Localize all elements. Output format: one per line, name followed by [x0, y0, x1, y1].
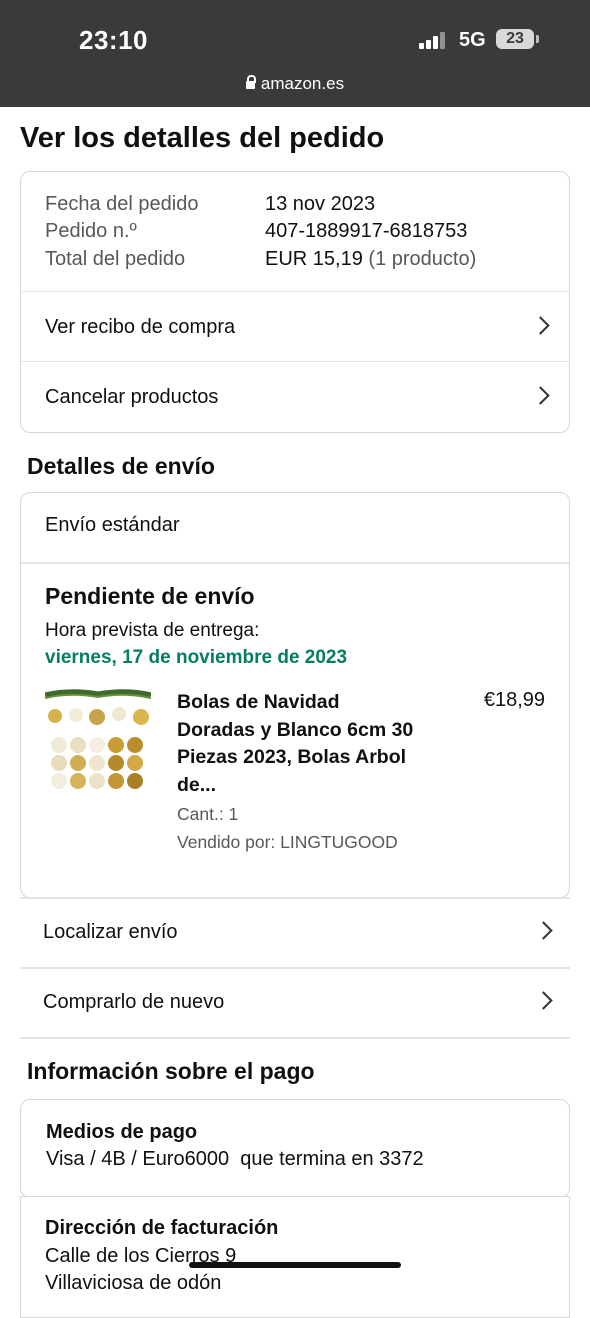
product-price: €18,99 — [483, 689, 545, 711]
eta-date: viernes, 17 de noviembre de 2023 — [45, 647, 348, 668]
payment-methods-label: Medios de pago — [46, 1121, 198, 1143]
track-shipment-row[interactable]: Localizar envío — [20, 897, 570, 967]
lock-icon — [245, 75, 256, 89]
order-total-value: EUR 15,19 — [265, 248, 363, 270]
shipping-status: Pendiente de envío — [45, 583, 255, 609]
chevron-right-icon — [534, 921, 553, 940]
product-seller: Vendido por: LINGTUGOOD — [177, 832, 398, 852]
view-receipt-label: Ver recibo de compra — [45, 316, 236, 338]
billing-address-card: Dirección de facturación Calle de los Ci… — [20, 1196, 570, 1318]
chevron-right-icon — [531, 386, 550, 405]
payment-heading: Información sobre el pago — [27, 1058, 315, 1084]
order-total-row: Total del pedido EUR 15,19 (1 producto) — [45, 248, 476, 271]
product-title-link[interactable]: Bolas de Navidad Doradas y Blanco 6cm 30… — [177, 689, 417, 799]
order-number-row: Pedido n.º 407-1889917-6818753 — [45, 220, 467, 243]
status-bar: 23:10 5G 23 amazon.es — [0, 0, 590, 107]
order-item-count: (1 producto) — [368, 248, 477, 270]
url-bar[interactable]: amazon.es — [0, 74, 590, 94]
chevron-right-icon — [534, 991, 553, 1010]
cancel-products-label: Cancelar productos — [45, 386, 219, 408]
track-shipment-label: Localizar envío — [43, 921, 178, 943]
clock: 23:10 — [79, 25, 148, 55]
eta-label: Hora prevista de entrega: — [45, 620, 260, 641]
order-date-label: Fecha del pedido — [45, 193, 199, 215]
battery-icon: 23 — [496, 29, 534, 49]
buy-again-row[interactable]: Comprarlo de nuevo — [20, 967, 570, 1037]
billing-address-line2: Villaviciosa de odón — [45, 1272, 222, 1294]
page-title: Ver los detalles del pedido — [20, 122, 385, 154]
payment-methods-value: Visa / 4B / Euro6000 que termina en 3372 — [46, 1148, 424, 1170]
order-number-value: 407-1889917-6818753 — [265, 220, 468, 242]
order-date-value: 13 nov 2023 — [265, 193, 376, 215]
home-indicator[interactable] — [189, 1262, 401, 1268]
cancel-products-row[interactable]: Cancelar productos — [21, 361, 569, 432]
product-image[interactable] — [45, 689, 151, 793]
divider — [21, 562, 569, 564]
billing-address-label: Dirección de facturación — [45, 1217, 279, 1239]
payment-methods-card: Medios de pago Visa / 4B / Euro6000 que … — [20, 1099, 570, 1198]
order-date-row: Fecha del pedido 13 nov 2023 — [45, 193, 375, 216]
url-text: amazon.es — [260, 74, 345, 93]
order-summary-card: Fecha del pedido 13 nov 2023 Pedido n.º 40… — [20, 171, 570, 433]
divider — [20, 1037, 570, 1039]
battery-tip — [536, 35, 539, 43]
shipping-card: Envío estándar Pendiente de envío Hora p… — [20, 492, 570, 898]
buy-again-label: Comprarlo de nuevo — [43, 991, 225, 1013]
view-receipt-row[interactable]: Ver recibo de compra — [21, 291, 569, 362]
shipping-method: Envío estándar — [45, 514, 180, 536]
chevron-right-icon — [531, 316, 550, 335]
shipping-heading: Detalles de envío — [27, 453, 215, 479]
signal-icon — [419, 32, 447, 49]
order-number-label: Pedido n.º — [45, 220, 137, 242]
product-quantity: Cant.: 1 — [177, 804, 239, 824]
network-type: 5G — [459, 29, 486, 51]
order-total-label: Total del pedido — [45, 248, 186, 270]
